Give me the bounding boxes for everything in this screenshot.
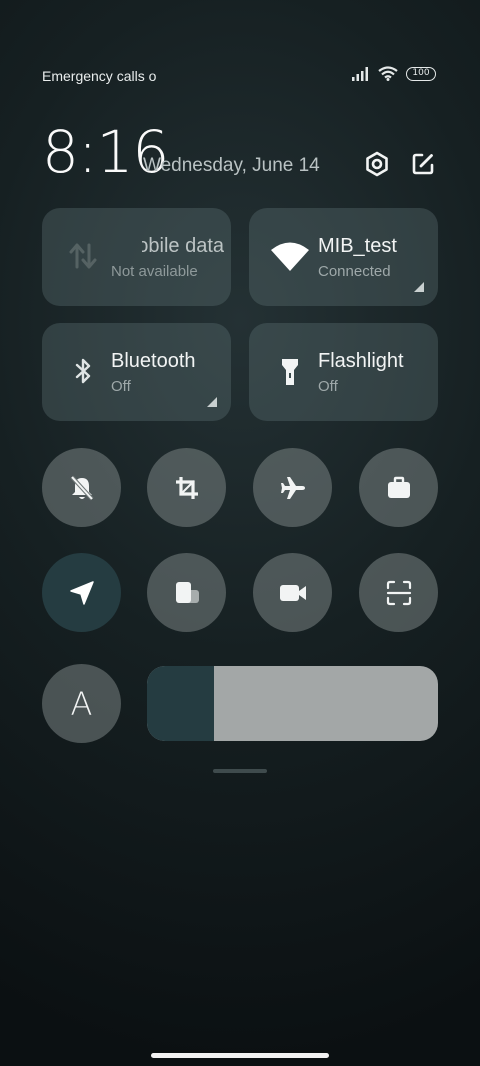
bluetooth-expand-icon[interactable] (207, 397, 217, 407)
wifi-expand-icon[interactable] (414, 282, 424, 292)
briefcase-icon (387, 476, 410, 498)
wifi-tile[interactable]: MIB_test Connected (249, 208, 438, 306)
location-toggle[interactable] (42, 553, 121, 632)
edit-icon (412, 153, 434, 175)
brightness-slider[interactable] (147, 666, 438, 741)
panel-drag-handle[interactable] (213, 769, 267, 773)
home-indicator[interactable] (151, 1053, 329, 1058)
auto-brightness-label: A (70, 684, 93, 723)
brightness-level-fill (147, 666, 214, 741)
airplane-icon (280, 476, 305, 499)
video-camera-icon (279, 584, 306, 601)
status-emergency-calls: Emergency calls o (42, 68, 157, 84)
mobile-data-tile[interactable]: Mobile data Not available (42, 208, 231, 306)
auto-brightness-toggle[interactable]: A (42, 664, 121, 743)
mobile-data-title: Mobile data (142, 235, 224, 257)
location-arrow-icon (69, 580, 94, 605)
edit-button[interactable] (407, 148, 439, 180)
bell-off-icon (70, 475, 93, 500)
wifi-status-icon (378, 66, 398, 81)
bluetooth-icon (66, 354, 100, 388)
scanner-toggle[interactable] (359, 553, 438, 632)
bluetooth-subtitle: Off (111, 378, 131, 395)
crop-icon (175, 476, 198, 499)
wifi-subtitle: Connected (318, 263, 391, 280)
flashlight-tile[interactable]: Flashlight Off (249, 323, 438, 421)
screenshot-toggle[interactable] (147, 448, 226, 527)
mobile-data-icon (66, 239, 100, 273)
flashlight-title: Flashlight (318, 350, 404, 372)
status-icons: 100 (352, 66, 436, 81)
wifi-icon (269, 239, 311, 273)
bluetooth-title: Bluetooth (111, 350, 196, 372)
airplane-mode-toggle[interactable] (253, 448, 332, 527)
wifi-title: MIB_test (318, 235, 397, 257)
settings-icon (366, 151, 388, 177)
flashlight-subtitle: Off (318, 378, 338, 395)
bluetooth-tile[interactable]: Bluetooth Off (42, 323, 231, 421)
mobile-data-subtitle: Not available (111, 263, 198, 280)
battery-icon: 100 (406, 66, 436, 81)
floating-window-toggle[interactable] (147, 553, 226, 632)
screen-recorder-toggle[interactable] (253, 553, 332, 632)
settings-button[interactable] (361, 148, 393, 180)
signal-icon (352, 66, 368, 81)
silent-mode-toggle[interactable] (42, 448, 121, 527)
flashlight-icon (273, 354, 307, 388)
work-mode-toggle[interactable] (359, 448, 438, 527)
floating-window-icon (175, 581, 199, 603)
scanner-icon (386, 580, 411, 605)
date: Wednesday, June 14 (143, 155, 320, 176)
